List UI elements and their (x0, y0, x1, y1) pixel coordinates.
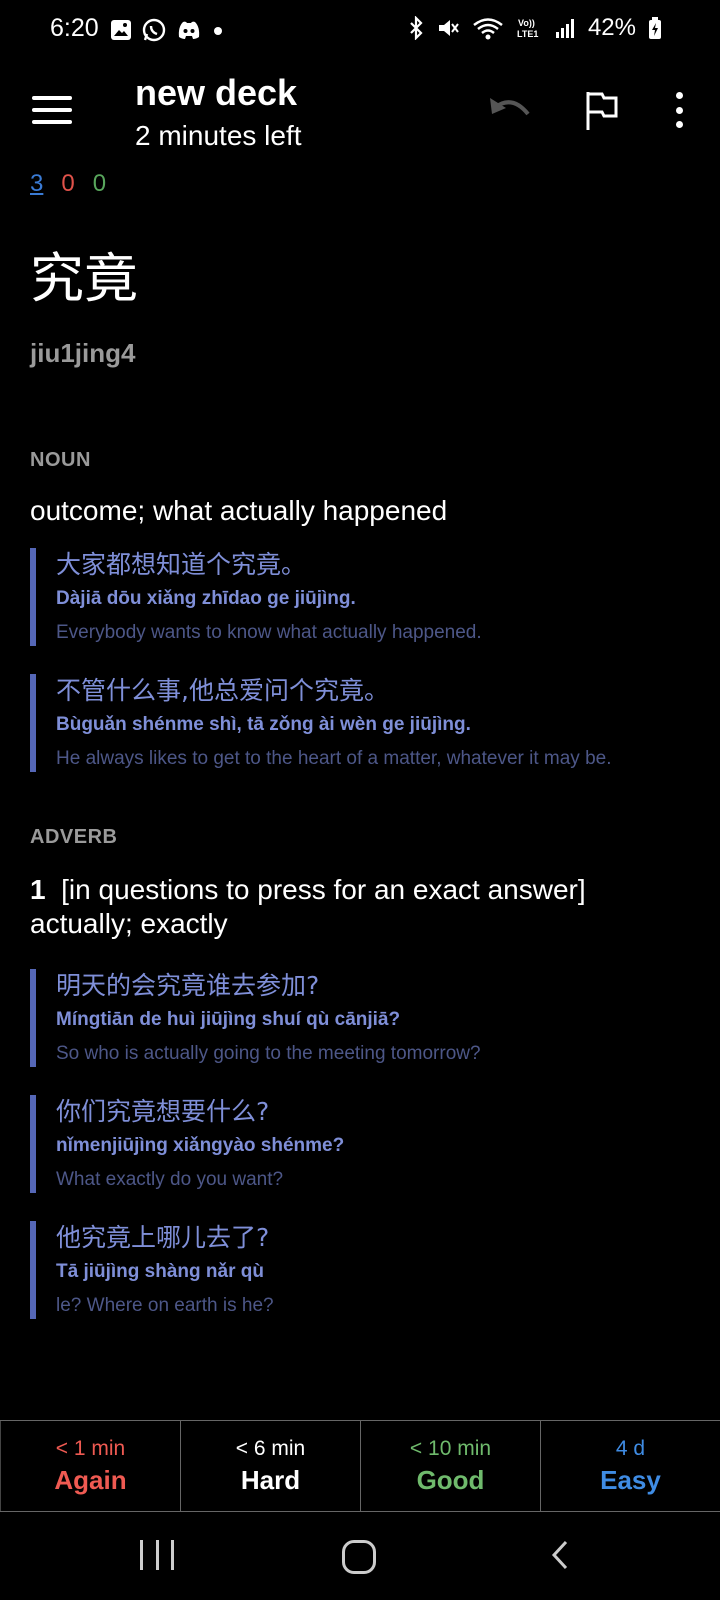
example-chinese: 不管什么事,他总爱问个究竟。 (56, 676, 389, 705)
example-chinese: 你们究竟想要什么? (56, 1097, 270, 1126)
new-count: 3 (30, 170, 44, 197)
review-count: 0 (92, 170, 107, 197)
again-label: Again (54, 1465, 127, 1495)
battery-percent: 42% (587, 14, 636, 41)
example: 他究竟上哪儿去了? Tā jiūjìng shàng nǎr qù le? Wh… (30, 1221, 690, 1319)
good-label: Good (416, 1465, 485, 1495)
mute-icon (438, 20, 459, 36)
learning-count: 0 (61, 170, 75, 197)
definition-text: [in questions to press for an exact answ… (30, 874, 586, 939)
svg-text:LTE1: LTE1 (517, 29, 538, 39)
system-icons: Vo)) LTE1 42% (408, 14, 662, 42)
definition: outcome; what actually happened (30, 495, 448, 526)
notification-icons (110, 18, 224, 42)
example-chinese: 他究竟上哪儿去了? (56, 1223, 270, 1252)
home-icon[interactable] (342, 1540, 376, 1574)
signal-icon (555, 19, 574, 38)
dot-icon (214, 27, 222, 35)
back-icon[interactable] (548, 1540, 572, 1570)
card-content: 究竟 jiu1jing4 NOUN outcome; what actually… (30, 248, 690, 1319)
pos-label: NOUN (30, 449, 91, 471)
hard-button[interactable]: < 6 min Hard (180, 1421, 360, 1511)
example-english: What exactly do you want? (56, 1169, 284, 1190)
hard-interval: < 6 min (235, 1437, 306, 1460)
status-time: 6:20 (50, 14, 99, 42)
example: 明天的会究竟谁去参加? Míngtiān de huì jiūjìng shuí… (30, 969, 690, 1067)
wifi-icon (473, 18, 503, 40)
good-button[interactable]: < 10 min Good (360, 1421, 540, 1511)
example: 你们究竟想要什么? nǐmenjiūjìng xiǎngyào shénme? … (30, 1095, 690, 1193)
example-pinyin: Dàjiā dōu xiǎng zhīdao ge jiūjìng. (56, 588, 356, 609)
example-english: Everybody wants to know what actually ha… (56, 622, 482, 643)
easy-button[interactable]: 4 d Easy (540, 1421, 720, 1511)
sense-number: 1 (30, 874, 46, 905)
whatsapp-icon (142, 18, 166, 42)
example-pinyin: Míngtiān de huì jiūjìng shuí qù cānjiā? (56, 1009, 401, 1030)
example: 不管什么事,他总爱问个究竟。 Bùguǎn shénme shì, tā zǒn… (30, 674, 690, 772)
flag-icon[interactable] (582, 88, 622, 132)
card-hanzi: 究竟 (30, 247, 138, 310)
time-left: 2 minutes left (135, 120, 302, 151)
example-english: le? Where on earth is he? (56, 1295, 274, 1316)
card-counts: 3 0 0 (30, 170, 106, 198)
battery-icon (649, 17, 661, 39)
bluetooth-icon (410, 16, 423, 40)
hard-label: Hard (240, 1465, 301, 1495)
example-chinese: 大家都想知道个究竟。 (56, 550, 307, 579)
again-interval: < 1 min (55, 1437, 126, 1460)
example-pinyin: Tā jiūjìng shàng nǎr qù (56, 1261, 264, 1282)
easy-label: Easy (600, 1465, 661, 1495)
example-chinese: 明天的会究竟谁去参加? (56, 971, 320, 1000)
card-pinyin: jiu1jing4 (30, 338, 136, 368)
example-pinyin: nǐmenjiūjìng xiǎngyào shénme? (56, 1135, 345, 1156)
volte-icon: Vo))LTE1 (517, 18, 538, 39)
pos-label: ADVERB (30, 826, 118, 848)
good-interval: < 10 min (409, 1437, 492, 1460)
recent-apps-icon[interactable] (140, 1540, 174, 1570)
menu-icon[interactable] (28, 90, 76, 130)
again-button[interactable]: < 1 min Again (0, 1421, 180, 1511)
svg-text:Vo)): Vo)) (518, 18, 535, 28)
undo-icon[interactable] (486, 92, 534, 128)
example: 大家都想知道个究竟。 Dàjiā dōu xiǎng zhīdao ge jiū… (30, 548, 690, 646)
definition: 1 [in questions to press for an exact an… (30, 873, 690, 941)
answer-bar: < 1 min Again < 6 min Hard < 10 min Good… (0, 1420, 720, 1512)
example-english: So who is actually going to the meeting … (56, 1043, 481, 1064)
deck-title: new deck (135, 72, 298, 113)
status-bar: 6:20 Vo)) LTE1 42% (0, 0, 720, 60)
gallery-icon (111, 20, 131, 40)
example-pinyin: Bùguǎn shénme shì, tā zǒng ài wèn ge jiū… (56, 714, 471, 735)
example-english: He always likes to get to the heart of a… (56, 748, 612, 769)
discord-icon (178, 21, 200, 39)
more-options-icon[interactable] (670, 92, 688, 128)
easy-interval: 4 d (615, 1437, 646, 1460)
